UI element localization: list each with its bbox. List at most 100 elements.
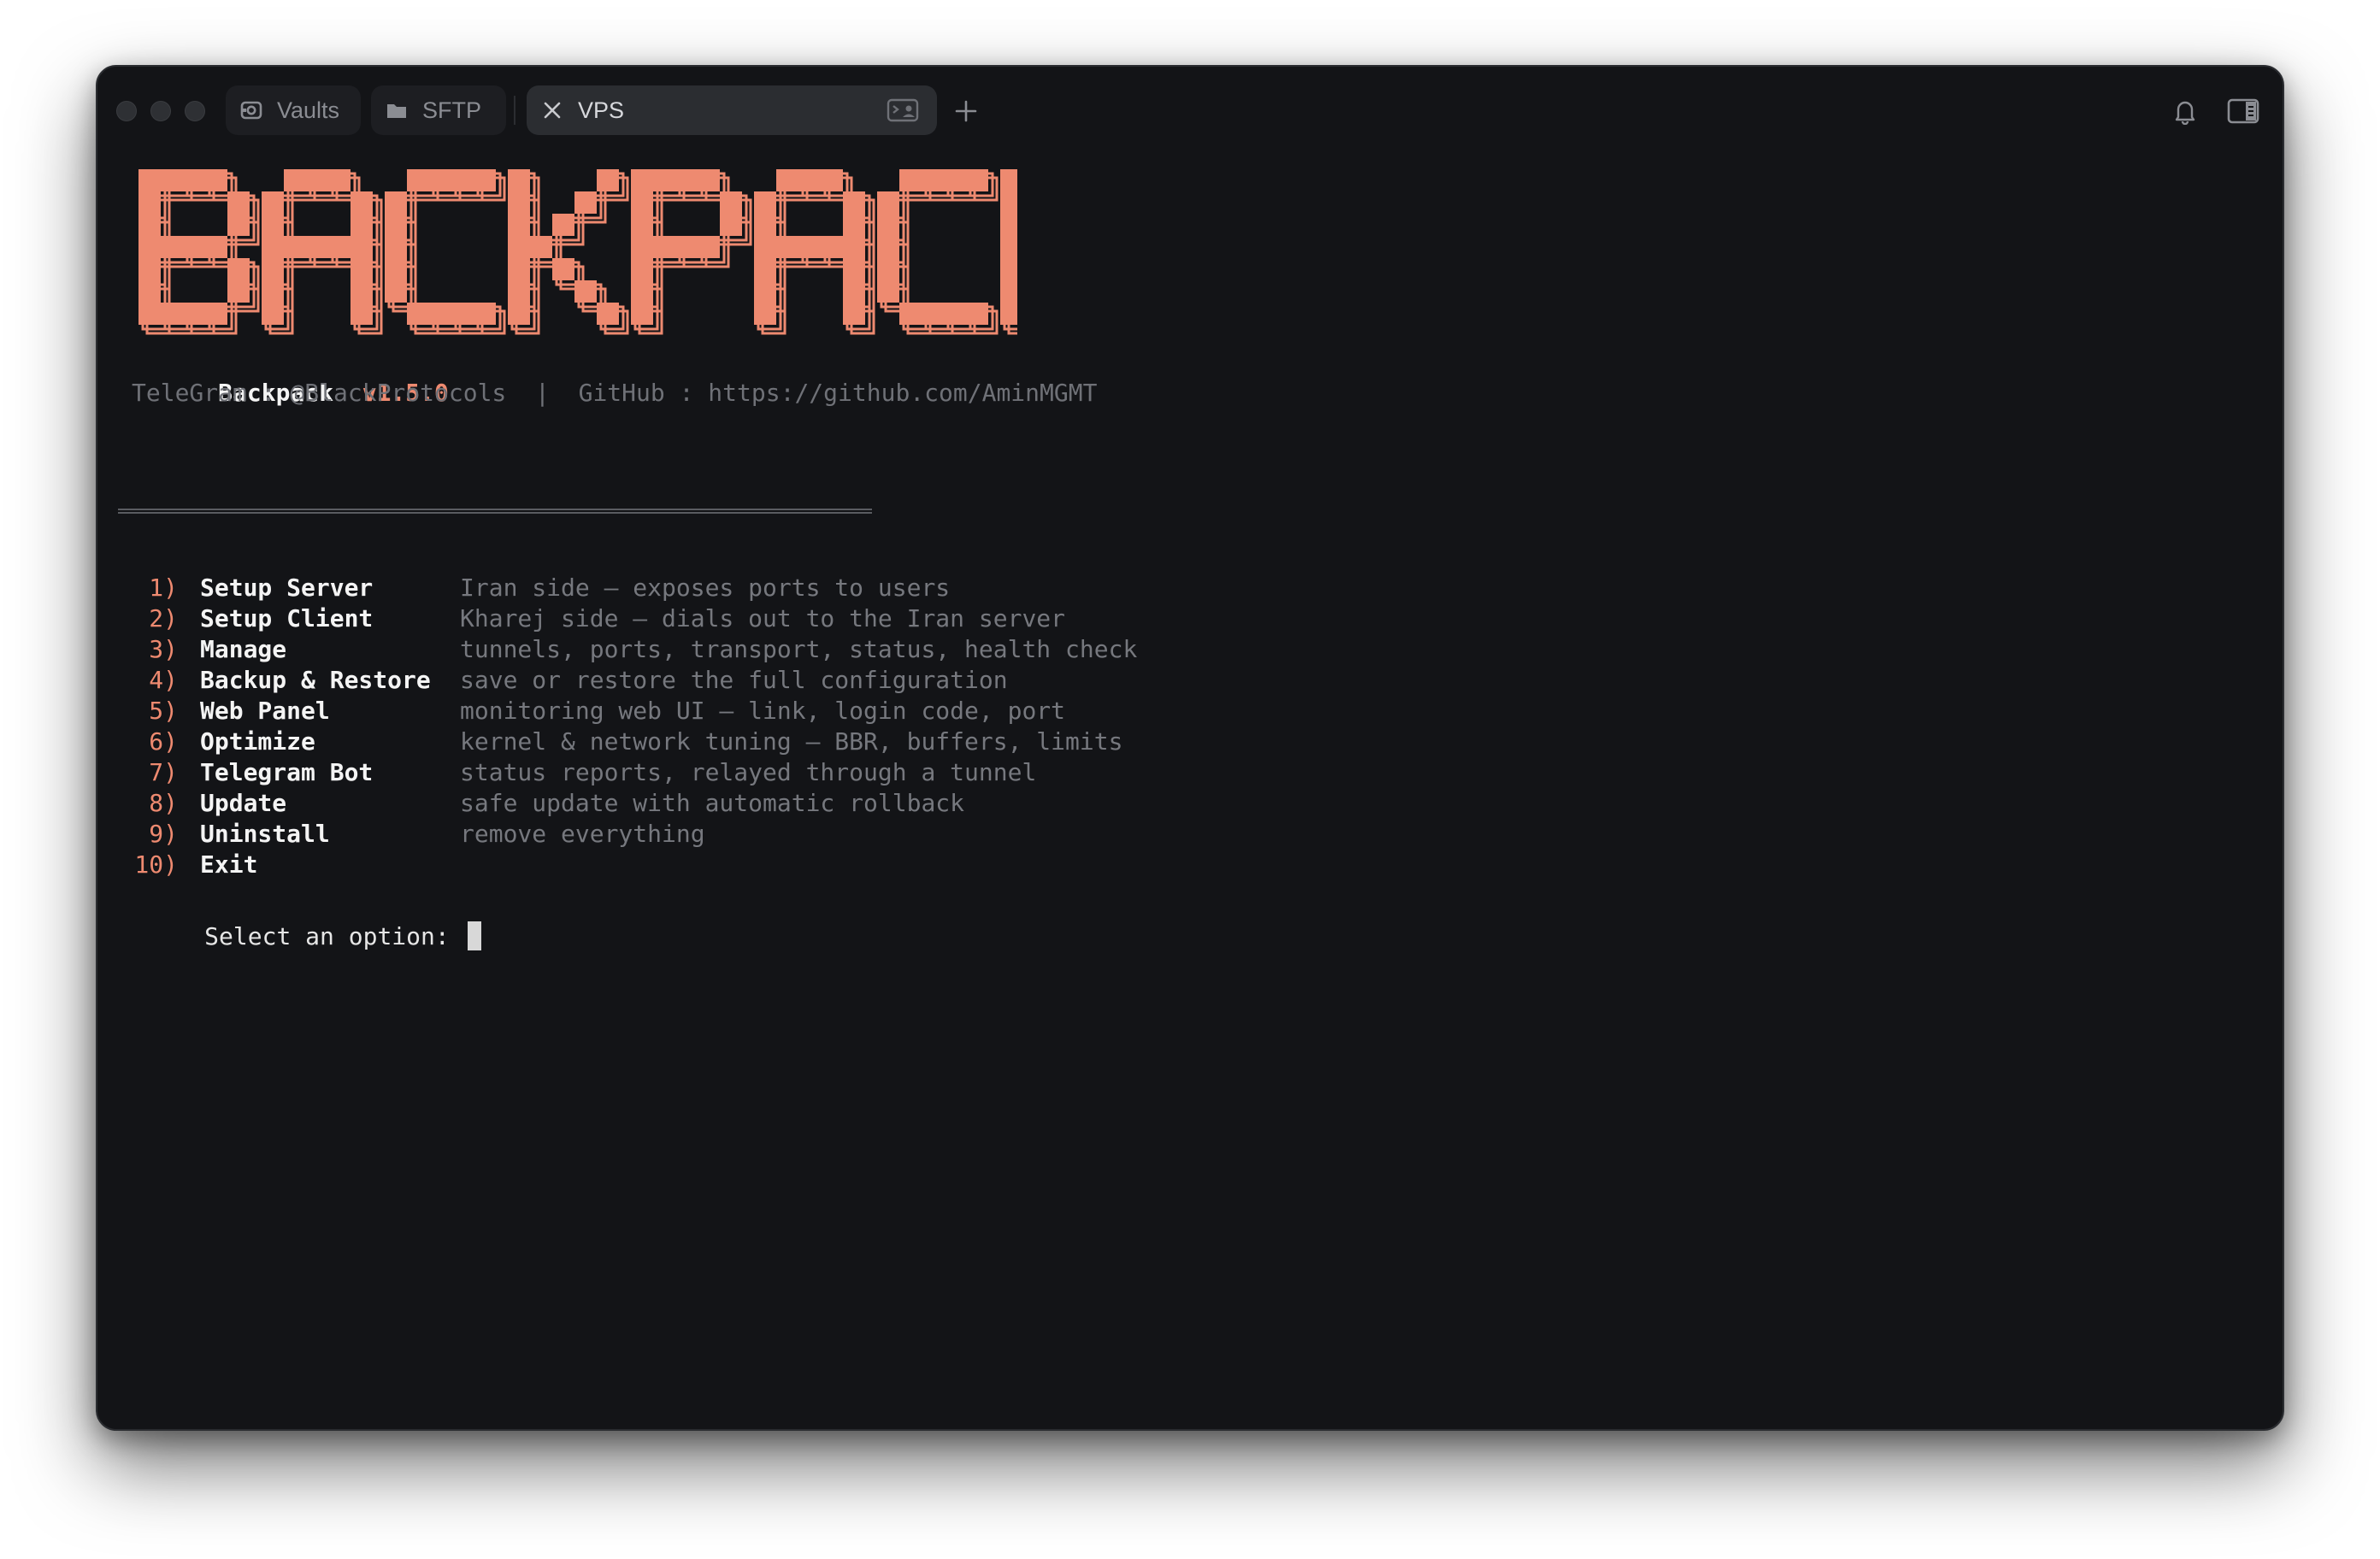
banner-block: [183, 169, 205, 191]
banner-block: [843, 191, 865, 214]
banner-block: [262, 236, 284, 258]
banner-block: [922, 169, 944, 191]
menu-item-label: Manage: [200, 635, 287, 663]
banner-block: [407, 303, 429, 325]
banner-block: [385, 214, 407, 236]
menu-item[interactable]: 9) Uninstall remove everything: [97, 819, 1294, 850]
banner-block: [899, 303, 922, 325]
banner-block: [877, 280, 899, 303]
banner-block: [508, 280, 530, 303]
menu-item-label: Web Panel: [200, 697, 330, 725]
banner-block: [385, 280, 407, 303]
banner-block: [798, 169, 821, 191]
banner-block: [328, 169, 351, 191]
banner-block: [306, 169, 328, 191]
menu-item-label: Setup Server: [200, 574, 374, 602]
tab-vaults[interactable]: Vaults: [226, 85, 361, 135]
banner-block: [138, 236, 161, 258]
banner-block: [306, 236, 328, 258]
banner-block: [474, 169, 496, 191]
banner-block: [776, 236, 798, 258]
divider: [118, 509, 872, 514]
banner-block: [351, 214, 373, 236]
banner-block: [205, 236, 227, 258]
menu-item[interactable]: 8) Update safe update with automatic rollb…: [97, 788, 1294, 819]
banner-block: [574, 280, 597, 303]
close-icon[interactable]: [540, 98, 564, 122]
menu-item-number: 6): [149, 727, 178, 756]
banner-block: [966, 303, 988, 325]
menu-item-number: 9): [149, 820, 178, 848]
banner-block: [451, 169, 474, 191]
banner-block: [754, 191, 776, 214]
banner-block: [877, 191, 899, 214]
banner-block: [227, 258, 250, 280]
menu-item[interactable]: 10) Exit: [97, 850, 1294, 880]
window-minimize-button[interactable]: [150, 101, 171, 121]
banner-block: [227, 191, 250, 214]
app-title-line: Backpack v1.5.0: [132, 347, 449, 407]
menu-item[interactable]: 4) Backup & Restore save or restore the fu…: [97, 665, 1294, 696]
banner-block: [821, 169, 843, 191]
menu-item[interactable]: 3) Manage tunnels, ports, transport, statu…: [97, 634, 1294, 665]
banner-block: [631, 236, 653, 258]
menu-item-description: kernel & network tuning — BBR, buffers, …: [460, 727, 1123, 756]
menu-item-number: 1): [149, 574, 178, 602]
banner-block: [597, 169, 619, 191]
banner-block: [385, 258, 407, 280]
banner-block: [1000, 214, 1017, 236]
folder-icon: [385, 98, 409, 122]
input-prompt[interactable]: Select an option:: [118, 891, 481, 983]
window-zoom-button[interactable]: [185, 101, 205, 121]
tab-label: VPS: [578, 97, 625, 123]
menu-item[interactable]: 5) Web Panel monitoring web UI — link, log…: [97, 696, 1294, 727]
menu-item[interactable]: 1) Setup Server Iran side — exposes ports …: [97, 573, 1294, 603]
prompt-label: Select an option:: [204, 922, 464, 950]
menu-item-description: safe update with automatic rollback: [460, 789, 965, 817]
banner-block: [508, 191, 530, 214]
banner-block: [351, 280, 373, 303]
banner-block: [284, 236, 306, 258]
terminal-output[interactable]: Backpack v1.5.0 TeleGram : @BlackProtoco…: [97, 152, 2283, 1429]
menu-item-number: 10): [134, 850, 178, 879]
banner-block: [754, 303, 776, 325]
menu-item-label: Telegram Bot: [200, 758, 374, 786]
banner-block: [161, 236, 183, 258]
banner-block: [675, 169, 698, 191]
banner-block: [653, 169, 675, 191]
tab-vps[interactable]: VPS: [527, 85, 937, 135]
window-close-button[interactable]: [116, 101, 137, 121]
terminal-profile-icon[interactable]: [886, 98, 920, 122]
banner-block: [284, 169, 306, 191]
banner-block: [1000, 258, 1017, 280]
banner-block: [574, 191, 597, 214]
sidebar-toggle-icon[interactable]: [2226, 96, 2260, 126]
banner-block: [351, 236, 373, 258]
menu-item-description: status reports, relayed through a tunnel: [460, 758, 1037, 786]
banner-block: [183, 303, 205, 325]
banner-block: [631, 214, 653, 236]
banner-block: [508, 236, 530, 258]
banner-block: [508, 303, 530, 325]
title-bar: Vaults SFTP VPS: [97, 67, 2283, 152]
banner-block: [631, 169, 653, 191]
text-cursor: [467, 921, 481, 950]
bell-icon[interactable]: [2170, 96, 2200, 126]
plus-icon[interactable]: [952, 97, 980, 125]
banner-block: [530, 236, 552, 258]
banner-block: [821, 236, 843, 258]
banner-block: [631, 280, 653, 303]
tab-sftp[interactable]: SFTP: [371, 85, 506, 135]
banner-block: [843, 258, 865, 280]
banner-block: [407, 169, 429, 191]
menu-item[interactable]: 2) Setup Client Kharej side — dials out to…: [97, 603, 1294, 634]
banner-block: [877, 258, 899, 280]
banner-block: [138, 303, 161, 325]
menu-item[interactable]: 7) Telegram Bot status reports, relayed th…: [97, 757, 1294, 788]
menu-item-number: 4): [149, 666, 178, 694]
banner-block: [552, 258, 574, 280]
banner-block: [698, 236, 720, 258]
banner-block: [205, 303, 227, 325]
banner-block: [899, 169, 922, 191]
menu-item[interactable]: 6) Optimize kernel & network tuning — BBR,…: [97, 727, 1294, 757]
